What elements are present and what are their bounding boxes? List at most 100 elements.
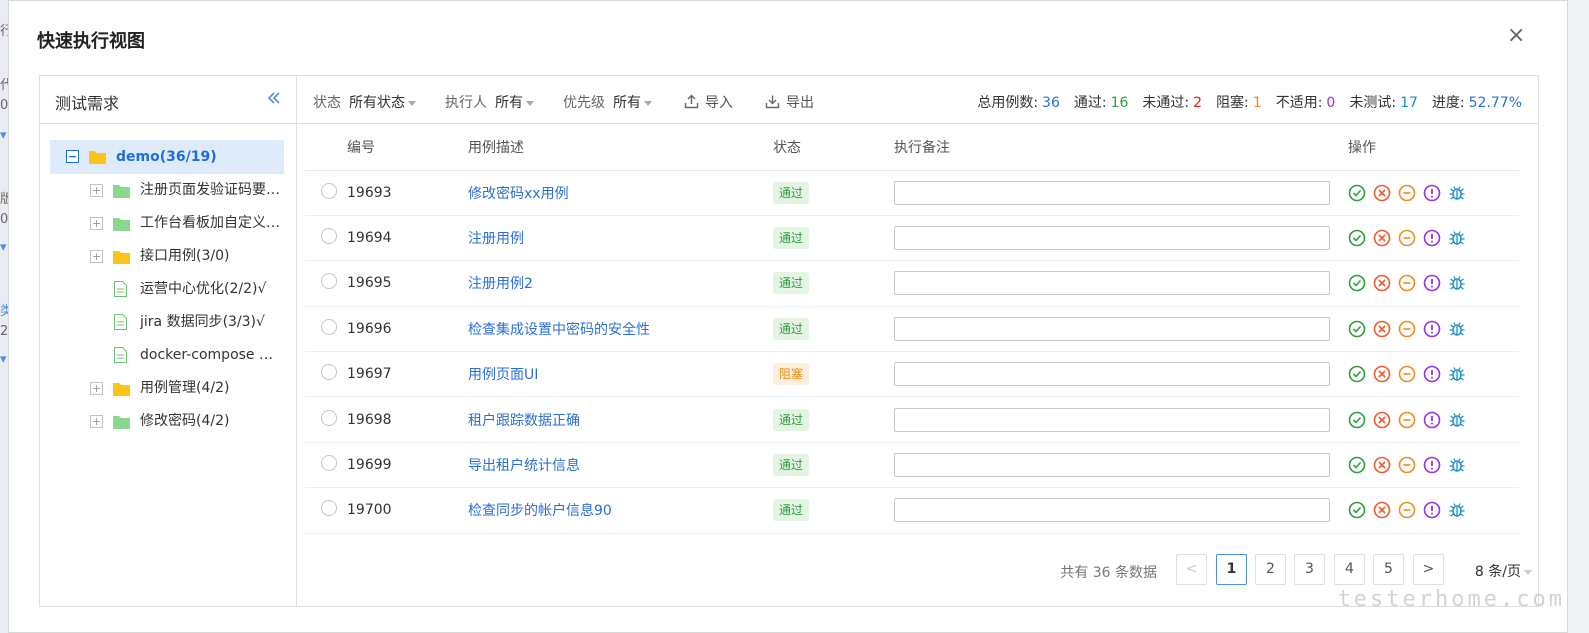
na-action-icon[interactable] <box>1423 184 1441 202</box>
row-radio[interactable] <box>321 409 337 426</box>
fail-action-icon[interactable] <box>1373 274 1391 292</box>
tree-node[interactable]: + 修改密码(4/2) <box>50 405 284 438</box>
tree-node[interactable]: + 注册页面发验证码要… <box>50 174 284 207</box>
row-radio[interactable] <box>321 500 337 517</box>
pass-action-icon[interactable] <box>1348 274 1366 292</box>
case-desc-link[interactable]: 检查集成设置中密码的安全性 <box>468 322 650 338</box>
case-desc-link[interactable]: 注册用例2 <box>468 276 533 292</box>
case-desc-link[interactable]: 导出租户统计信息 <box>468 458 580 474</box>
fail-action-icon[interactable] <box>1373 229 1391 247</box>
bug-action-icon[interactable] <box>1448 456 1466 474</box>
status-filter[interactable]: 状态 所有状态 <box>313 92 416 112</box>
execution-note-input[interactable] <box>894 498 1330 523</box>
na-action-icon[interactable] <box>1423 229 1441 247</box>
expand-icon[interactable]: + <box>90 184 103 197</box>
block-action-icon[interactable] <box>1398 320 1416 338</box>
block-action-icon[interactable] <box>1398 365 1416 383</box>
execution-note-input[interactable] <box>894 453 1330 478</box>
page-button-1[interactable]: 1 <box>1216 554 1247 585</box>
row-select-cell <box>305 351 347 398</box>
tree-node[interactable]: + 工作台看板加自定义(… <box>50 207 284 240</box>
stat-blocked: 阻塞: 1 <box>1216 95 1262 111</box>
collapse-panel-icon[interactable] <box>266 90 282 106</box>
na-action-icon[interactable] <box>1423 365 1441 383</box>
block-action-icon[interactable] <box>1398 184 1416 202</box>
bug-action-icon[interactable] <box>1448 229 1466 247</box>
bug-action-icon[interactable] <box>1448 365 1466 383</box>
page-button-4[interactable]: 4 <box>1334 554 1365 585</box>
tree-node[interactable]: jira 数据同步(3/3)√ <box>50 306 284 339</box>
page-button-3[interactable]: 3 <box>1294 554 1325 585</box>
na-action-icon[interactable] <box>1423 411 1441 429</box>
case-desc-link[interactable]: 用例页面UI <box>468 367 538 383</box>
bug-action-icon[interactable] <box>1448 184 1466 202</box>
column-header-desc: 用例描述 <box>468 124 773 171</box>
row-radio[interactable] <box>321 455 337 472</box>
fail-action-icon[interactable] <box>1373 456 1391 474</box>
pass-action-icon[interactable] <box>1348 411 1366 429</box>
pass-action-icon[interactable] <box>1348 229 1366 247</box>
row-radio[interactable] <box>321 318 337 335</box>
block-action-icon[interactable] <box>1398 411 1416 429</box>
tree-node[interactable]: docker-compose 安… <box>50 339 284 372</box>
import-button[interactable]: 导入 <box>684 92 733 112</box>
pass-action-icon[interactable] <box>1348 365 1366 383</box>
block-action-icon[interactable] <box>1398 456 1416 474</box>
na-action-icon[interactable] <box>1423 501 1441 519</box>
execution-note-input[interactable] <box>894 316 1330 341</box>
row-radio[interactable] <box>321 182 337 199</box>
page-size-select[interactable]: 8 条/页 <box>1475 561 1532 581</box>
executor-filter[interactable]: 执行人 所有 <box>445 92 534 112</box>
na-action-icon[interactable] <box>1423 456 1441 474</box>
bug-action-icon[interactable] <box>1448 501 1466 519</box>
fail-action-icon[interactable] <box>1373 365 1391 383</box>
collapse-icon[interactable]: − <box>66 150 79 163</box>
execution-note-input[interactable] <box>894 226 1330 251</box>
pass-action-icon[interactable] <box>1348 320 1366 338</box>
page-button-5[interactable]: 5 <box>1373 554 1404 585</box>
expand-icon[interactable]: + <box>90 382 103 395</box>
pass-action-icon[interactable] <box>1348 184 1366 202</box>
expand-icon[interactable]: + <box>90 250 103 263</box>
block-action-icon[interactable] <box>1398 274 1416 292</box>
bug-action-icon[interactable] <box>1448 411 1466 429</box>
tree-node[interactable]: + 用例管理(4/2) <box>50 372 284 405</box>
folder-icon <box>113 416 130 429</box>
block-action-icon[interactable] <box>1398 501 1416 519</box>
fail-action-icon[interactable] <box>1373 411 1391 429</box>
row-radio[interactable] <box>321 228 337 245</box>
execution-note-input[interactable] <box>894 271 1330 296</box>
close-icon[interactable]: × <box>1507 25 1525 47</box>
execution-note-input[interactable] <box>894 180 1330 205</box>
row-select-cell <box>305 396 347 443</box>
priority-filter[interactable]: 优先级 所有 <box>563 92 652 112</box>
case-desc-link[interactable]: 租户跟踪数据正确 <box>468 413 580 429</box>
na-action-icon[interactable] <box>1423 320 1441 338</box>
pass-action-icon[interactable] <box>1348 456 1366 474</box>
expand-icon[interactable]: + <box>90 415 103 428</box>
expand-icon[interactable]: + <box>90 217 103 230</box>
export-button[interactable]: 导出 <box>765 92 814 112</box>
fail-action-icon[interactable] <box>1373 184 1391 202</box>
case-desc-link[interactable]: 检查同步的帐户信息90 <box>468 503 612 519</box>
na-action-icon[interactable] <box>1423 274 1441 292</box>
case-id: 19699 <box>347 442 468 489</box>
case-desc-link[interactable]: 修改密码xx用例 <box>468 186 569 202</box>
fail-action-icon[interactable] <box>1373 320 1391 338</box>
bug-action-icon[interactable] <box>1448 320 1466 338</box>
next-page-button[interactable]: > <box>1413 554 1444 585</box>
execution-note-input[interactable] <box>894 407 1330 432</box>
bug-action-icon[interactable] <box>1448 274 1466 292</box>
tree-node[interactable]: 运营中心优化(2/2)√ <box>50 273 284 306</box>
execution-note-input[interactable] <box>894 362 1330 387</box>
pass-action-icon[interactable] <box>1348 501 1366 519</box>
page-button-2[interactable]: 2 <box>1255 554 1286 585</box>
fail-action-icon[interactable] <box>1373 501 1391 519</box>
row-radio[interactable] <box>321 364 337 381</box>
case-desc-link[interactable]: 注册用例 <box>468 231 524 247</box>
block-action-icon[interactable] <box>1398 229 1416 247</box>
tree-node[interactable]: + 接口用例(3/0) <box>50 240 284 273</box>
tree-root-node[interactable]: − demo(36/19) <box>50 140 284 174</box>
row-radio[interactable] <box>321 273 337 290</box>
prev-page-button[interactable]: < <box>1176 554 1207 585</box>
